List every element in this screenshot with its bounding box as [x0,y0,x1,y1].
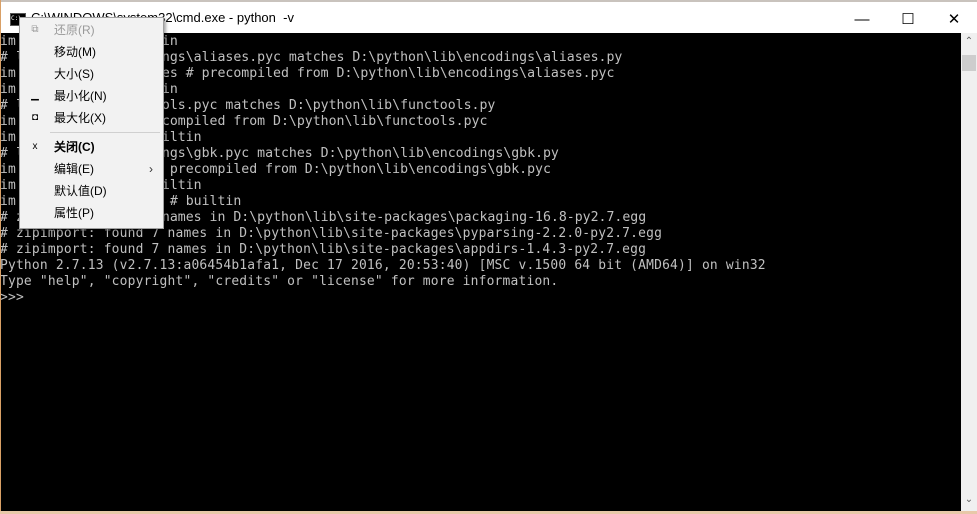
menu-item: ⧉ 还原(R) [20,19,163,41]
menu-item-label: 编辑(E) [54,162,94,176]
chevron-right-icon: › [149,162,153,176]
menu-item[interactable]: ◘ 最大化(X) [20,107,163,129]
menu-item-label: 大小(S) [54,67,94,81]
menu-item-label: 还原(R) [54,23,95,37]
console-line-end: 4 names in D:\python\lib\site-packages\p… [146,210,647,225]
console-line: >>> [0,290,24,305]
menu-item[interactable]: 属性(P) [20,202,163,224]
maximize-button[interactable]: ☐ [885,4,931,34]
menu-item-label: 默认值(D) [54,184,107,198]
scrollbar-thumb[interactable] [962,55,976,71]
console-line: Python 2.7.13 (v2.7.13:a06454b1afa1, Dec… [0,258,766,273]
console-line-end: tools.pyc matches D:\python\lib\functool… [146,98,496,113]
console-line-end: # precompiled from D:\python\lib\encodin… [146,162,551,177]
menu-item[interactable]: 默认值(D) [20,180,163,202]
vertical-scrollbar[interactable]: ⌃ ⌄ [961,33,977,511]
restore-icon: ⧉ [31,24,39,35]
console-line: Type "help", "copyright", "credits" or "… [0,274,559,289]
close-icon: x [32,141,38,152]
console-line-start: im [0,194,16,209]
menu-item[interactable]: x 关闭(C) [20,136,163,158]
scroll-down-icon[interactable]: ⌄ [961,491,977,508]
system-menu: ⧉ 还原(R) 移动(M) 大小(S) ▁ 最小化(N) ◘ 最大化(X) x 关闭(C) 编辑(E… [19,17,164,229]
scroll-up-icon[interactable]: ⌃ [961,33,977,50]
console-line-start: im [0,66,16,81]
maximize-icon: ◘ [31,112,39,123]
console-line-end: recompiled from D:\python\lib\functools.… [146,114,488,129]
menu-separator [50,132,160,133]
console-line-start: im [0,34,16,49]
menu-item-label: 关闭(C) [54,140,95,154]
menu-item[interactable]: 编辑(E) › [20,158,163,180]
menu-item-label: 最小化(N) [54,89,107,103]
console-line-end: dings\gbk.pyc matches D:\python\lib\enco… [146,146,559,161]
menu-item-label: 属性(P) [54,206,94,220]
minimize-icon: ▁ [31,90,39,101]
menu-item-label: 移动(M) [54,45,96,59]
console-line-start: im [0,162,16,177]
console-line-start: im [0,130,16,145]
console-line-end: ases # precompiled from D:\python\lib\en… [146,66,615,81]
menu-item[interactable]: ▁ 最小化(N) [20,85,163,107]
menu-item[interactable]: 大小(S) [20,63,163,85]
menu-item[interactable]: 移动(M) [20,41,163,63]
minimize-button[interactable]: — [839,4,885,34]
console-line-start: im [0,178,16,193]
console-line-start: im [0,82,16,97]
console-line-end: dings\aliases.pyc matches D:\python\lib\… [146,50,623,65]
console-line-start: im [0,114,16,129]
console-line: # zipimport: found 7 names in D:\python\… [0,242,647,257]
window-left-border [0,0,1,514]
close-button[interactable]: ✕ [931,4,977,34]
menu-item-label: 最大化(X) [54,111,106,125]
